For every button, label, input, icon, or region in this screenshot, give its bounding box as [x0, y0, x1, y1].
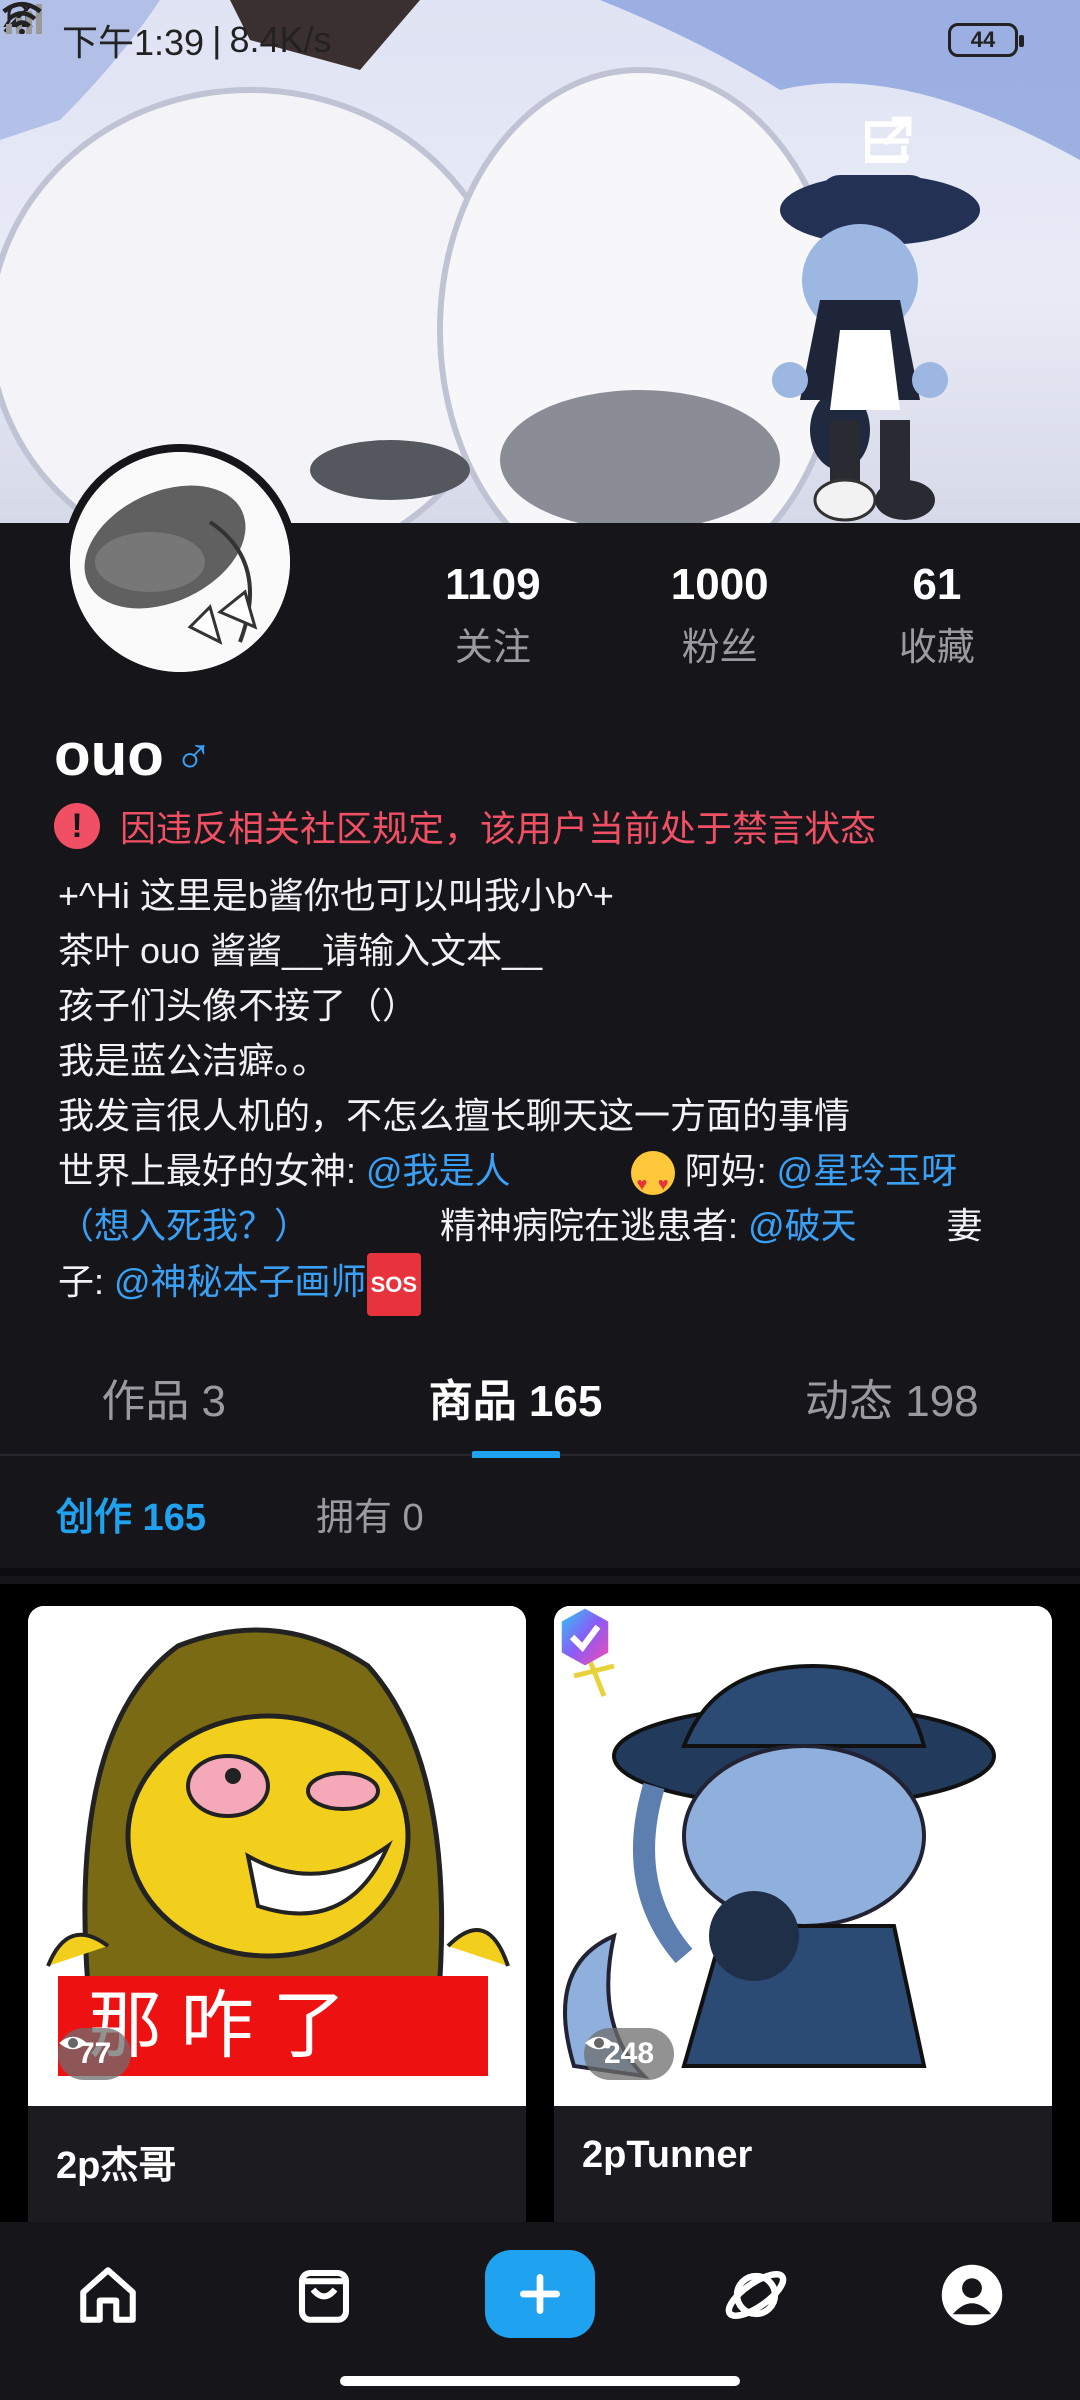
views-badge: 248	[584, 2028, 675, 2080]
status-bar: 下午1:39 | 8.4K/s 44	[0, 0, 1080, 80]
planet-icon	[725, 2271, 787, 2319]
shop-bag-icon	[298, 2269, 350, 2323]
product-title: 2pTunner	[582, 2134, 753, 2176]
bio-text: 阿妈:	[684, 1150, 777, 1191]
mention-link[interactable]: @破天	[748, 1205, 857, 1246]
bio-text: 子:	[58, 1261, 115, 1303]
warning-text: 因违反相关社区规定，该用户当前处于禁言状态	[120, 808, 877, 849]
bio-line: +^Hi 这里是b酱你也可以叫我小b^+	[58, 875, 614, 916]
nav-shop[interactable]	[269, 2240, 379, 2350]
nav-add-button[interactable]	[485, 2250, 595, 2338]
product-card[interactable]: 248 2pTunner	[554, 1606, 1052, 2306]
stat-label: 粉丝	[681, 627, 758, 669]
nav-explore[interactable]	[701, 2240, 811, 2350]
mention-link[interactable]: @星玲玉呀	[777, 1150, 958, 1191]
mention-link[interactable]: @我是人	[366, 1150, 511, 1191]
nav-home[interactable]	[53, 2240, 163, 2350]
status-time: 下午1:39	[62, 22, 205, 63]
username: ouo	[54, 721, 164, 788]
profile-icon	[941, 2264, 1003, 2326]
status-separator: |	[212, 19, 222, 60]
tab-posts[interactable]: 动态 198	[795, 1335, 989, 1459]
avatar[interactable]	[62, 444, 298, 680]
mute-warning: ! 因违反相关社区规定，该用户当前处于禁言状态	[54, 800, 876, 852]
gender-male-icon: ♂	[173, 725, 213, 784]
sos-icon: SOS	[366, 1253, 422, 1316]
bottom-nav	[0, 2222, 1080, 2400]
product-image: 248	[554, 1606, 1052, 2106]
eye-icon	[59, 2036, 87, 2050]
stat-value: 1109	[445, 560, 541, 609]
profile-tabs: 作品 3 商品 165 动态 198	[0, 1340, 1080, 1456]
menu-button[interactable]	[865, 112, 1040, 172]
avatar-illustration	[70, 452, 290, 672]
menu-icon	[865, 121, 909, 161]
product-image: 那咋了 77	[28, 1606, 526, 2106]
subtab-created[interactable]: 创作 165	[56, 1486, 206, 1541]
tab-works[interactable]: 作品 3	[91, 1335, 236, 1459]
stat-following[interactable]: 1109 关注	[445, 560, 540, 671]
bio-line: 孩子们头像不接了（）	[58, 985, 419, 1026]
product-subtabs: 创作 165 拥有 0	[0, 1458, 1080, 1576]
wifi-icon	[2, 1, 42, 34]
status-net-speed: 8.4K/s	[229, 19, 332, 60]
home-indicator[interactable]	[340, 2376, 740, 2386]
mention-link[interactable]: （想入死我？）	[58, 1205, 310, 1246]
mention-link[interactable]: @神秘本子画师	[114, 1261, 367, 1302]
exclamation-icon: !	[54, 803, 100, 849]
product-grid: 那咋了 77 2p杰哥 248 2pTunner	[0, 1584, 1080, 2306]
eye-icon	[585, 2036, 613, 2050]
stat-favorites[interactable]: 61 收藏	[899, 560, 975, 671]
bio-line: 子: @神秘本子画师 SOS	[58, 1253, 1038, 1316]
heart-eyes-emoji-icon	[630, 1151, 675, 1212]
bio-text: 世界上最好的女神:	[58, 1150, 367, 1191]
stat-value: 61	[912, 560, 962, 609]
product-image-text: 那咋了	[88, 1983, 364, 2069]
bio-line: 世界上最好的女神: @我是人 阿妈: @星玲玉呀	[58, 1143, 1038, 1212]
profile-screen: 下午1:39 | 8.4K/s 44 1109 关注 1000 粉丝 61 收藏…	[0, 0, 1080, 2400]
top-actions	[858, 112, 1040, 172]
stat-value: 1000	[670, 560, 769, 609]
verified-badge-icon	[561, 1608, 609, 1666]
product-card[interactable]: 那咋了 77 2p杰哥	[28, 1606, 526, 2306]
bio: +^Hi 这里是b酱你也可以叫我小b^+ 茶叶 ouo 酱酱__请输入文本__ …	[58, 868, 1038, 1316]
profile-stats: 1109 关注 1000 粉丝 61 收藏	[380, 560, 1040, 671]
home-icon	[80, 2267, 136, 2323]
views-badge: 77	[58, 2028, 132, 2080]
stat-label: 关注	[454, 627, 531, 669]
bio-line: （想入死我？） 精神病院在逃患者: @破天 妻	[58, 1198, 1038, 1253]
tab-products[interactable]: 商品 165	[419, 1335, 613, 1459]
nav-profile[interactable]	[917, 2240, 1027, 2350]
bio-line: 我是蓝公洁癖。。	[58, 1040, 329, 1081]
add-icon	[520, 2274, 560, 2314]
bio-text: 妻	[946, 1205, 983, 1246]
product-title: 2p杰哥	[56, 2145, 177, 2187]
bio-line: 茶叶 ouo 酱酱__请输入文本__	[58, 930, 543, 971]
stat-followers[interactable]: 1000 粉丝	[671, 560, 769, 671]
username-row: ouo ♂	[54, 720, 213, 789]
bio-text: 精神病院在逃患者:	[440, 1205, 749, 1246]
subtab-owned[interactable]: 拥有 0	[316, 1486, 424, 1541]
stat-label: 收藏	[898, 627, 975, 669]
bio-line: 我发言很人机的，不怎么擅长聊天这一方面的事情	[58, 1095, 851, 1136]
battery-level: 44	[970, 27, 996, 52]
battery-indicator: 44	[948, 23, 1024, 57]
